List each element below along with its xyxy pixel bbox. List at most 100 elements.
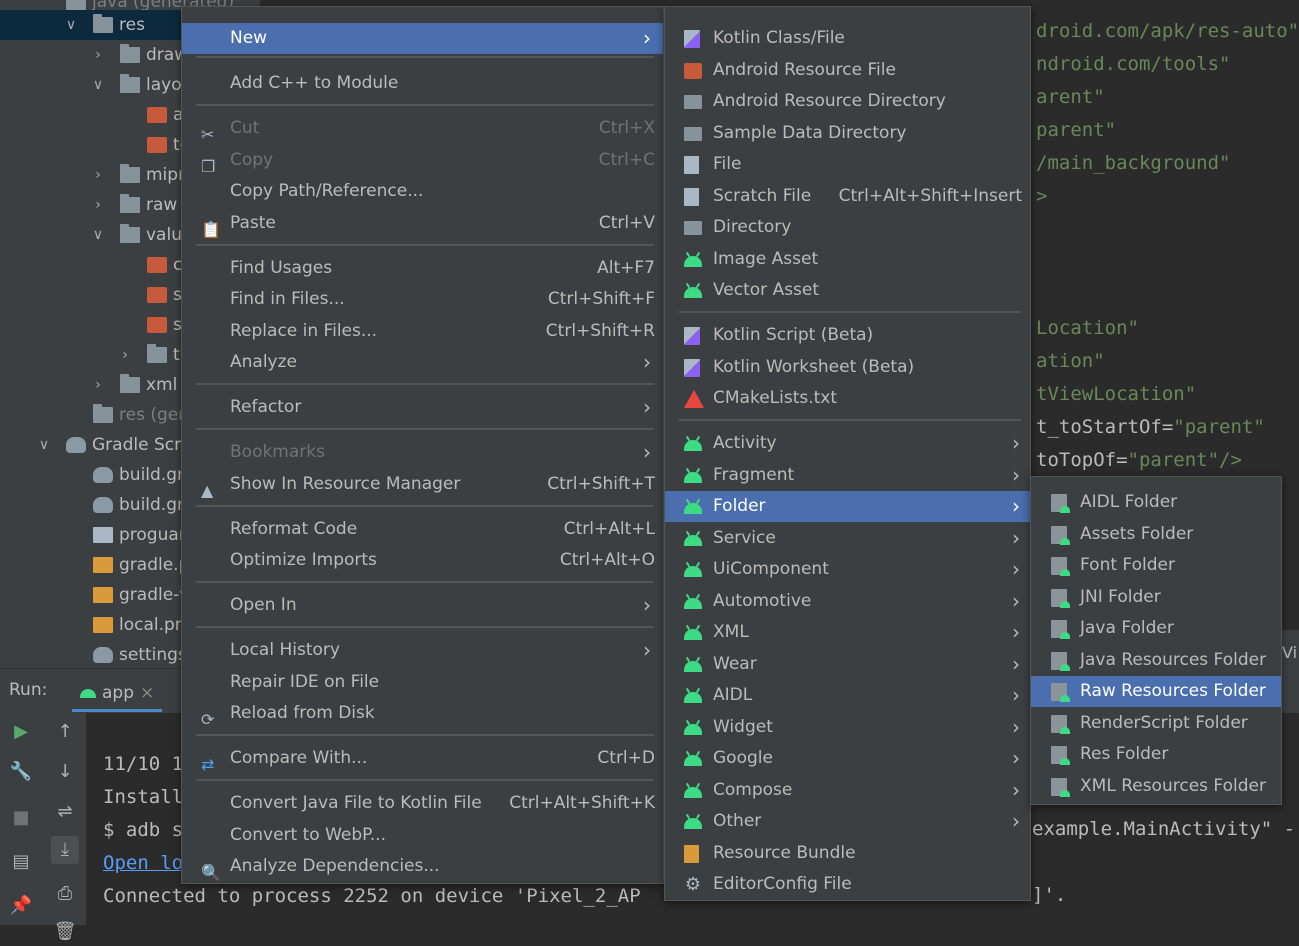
new-item-aidl[interactable]: AIDL › [665, 680, 1030, 711]
folder-item-java-folder[interactable]: Java Folder [1031, 613, 1281, 644]
folder-item-raw-resources-folder[interactable]: Raw Resources Folder [1031, 676, 1281, 707]
copy-icon: ❐ [201, 157, 216, 176]
console-link[interactable]: Open lo [103, 847, 183, 880]
menu-item-reformat-code[interactable]: Reformat Code Ctrl+Alt+L [182, 514, 663, 545]
new-item-scratch-file[interactable]: Scratch File Ctrl+Alt+Shift+Insert [665, 181, 1030, 212]
new-item-android-resource-file[interactable]: Android Resource File [665, 55, 1030, 86]
folder-item-renderscript-folder[interactable]: RenderScript Folder [1031, 708, 1281, 739]
new-item-directory[interactable]: Directory [665, 212, 1030, 243]
wrench-icon[interactable]: 🔧 [7, 758, 35, 786]
menu-separator [679, 419, 1021, 421]
menu-item-label: Reload from Disk [230, 703, 375, 723]
props-icon [93, 617, 113, 633]
menu-item-find-usages[interactable]: Find Usages Alt+F7 [182, 253, 663, 284]
chevron-right-icon[interactable]: › [90, 160, 106, 190]
chevron-down-icon[interactable]: ∨ [63, 10, 79, 40]
chevron-down-icon[interactable]: ∨ [90, 220, 106, 250]
new-item-cmakelists-txt[interactable]: CMakeLists.txt [665, 383, 1030, 414]
chevron-down-icon[interactable]: ∨ [36, 430, 52, 460]
menu-item-convert-java-file-to-kotlin-file[interactable]: Convert Java File to Kotlin File Ctrl+Alt… [182, 788, 663, 819]
menu-item-repair-ide-on-file[interactable]: Repair IDE on File [182, 667, 663, 698]
new-item-activity[interactable]: Activity › [665, 428, 1030, 459]
menu-item-label: Java Folder [1080, 618, 1174, 638]
folder-item-xml-resources-folder[interactable]: XML Resources Folder [1031, 771, 1281, 802]
new-item-folder[interactable]: Folder › [665, 491, 1030, 522]
folder-item-assets-folder[interactable]: Assets Folder [1031, 519, 1281, 550]
new-item-automotive[interactable]: Automotive › [665, 586, 1030, 617]
new-item-widget[interactable]: Widget › [665, 712, 1030, 743]
folder-item-jni-folder[interactable]: JNI Folder [1031, 582, 1281, 613]
chevron-right-icon[interactable]: › [117, 340, 133, 370]
new-item-service[interactable]: Service › [665, 523, 1030, 554]
menu-item-refactor[interactable]: Refactor › [182, 392, 663, 423]
menu-item-add-c-to-module[interactable]: Add C++ to Module [182, 68, 663, 99]
menu-item-compare-with[interactable]: ⇄ Compare With... Ctrl+D [182, 743, 663, 774]
folder-item-font-folder[interactable]: Font Folder [1031, 550, 1281, 581]
folder-icon [147, 344, 167, 363]
menu-item-replace-in-files[interactable]: Replace in Files... Ctrl+Shift+R [182, 316, 663, 347]
new-item-other[interactable]: Other › [665, 806, 1030, 837]
stop-icon[interactable]: ■ [7, 804, 35, 832]
menu-separator [196, 626, 654, 628]
menu-item-label: Repair IDE on File [230, 672, 380, 692]
reload-icon: ⟳ [201, 710, 215, 729]
menu-item-paste[interactable]: 📋 Paste Ctrl+V [182, 208, 663, 239]
menu-item-copy[interactable]: ❐ Copy Ctrl+C [182, 145, 663, 176]
new-item-xml[interactable]: XML › [665, 617, 1030, 648]
menu-item-convert-to-webp[interactable]: Convert to WebP... [182, 820, 663, 851]
new-item-resource-bundle[interactable]: Resource Bundle [665, 838, 1030, 869]
run-tab-app[interactable]: app × [72, 677, 163, 712]
layout-icon[interactable]: ▤ [7, 848, 35, 876]
menu-item-show-in-resource-manager[interactable]: ▲ Show In Resource Manager Ctrl+Shift+T [182, 469, 663, 500]
shortcut-label: Ctrl+X [598, 118, 655, 138]
new-item-file[interactable]: File [665, 149, 1030, 180]
right-tool-strip[interactable]: Vi [1282, 630, 1299, 676]
menu-item-analyze-dependencies[interactable]: 🔍 Analyze Dependencies... [182, 851, 663, 882]
folder-item-java-resources-folder[interactable]: Java Resources Folder [1031, 645, 1281, 676]
up-arrow-icon[interactable]: ↑ [51, 718, 79, 746]
new-item-wear[interactable]: Wear › [665, 649, 1030, 680]
new-item-android-resource-directory[interactable]: Android Resource Directory [665, 86, 1030, 117]
new-item-fragment[interactable]: Fragment › [665, 460, 1030, 491]
menu-item-analyze[interactable]: Analyze › [182, 347, 663, 378]
menu-item-label: Bookmarks [230, 442, 325, 462]
new-item-uicomponent[interactable]: UiComponent › [665, 554, 1030, 585]
kotlin-icon [684, 359, 702, 377]
print-icon[interactable]: ⎙ [51, 880, 79, 908]
new-item-editorconfig-file[interactable]: ⚙ EditorConfig File [665, 869, 1030, 900]
code-line: /main_background" [1036, 152, 1230, 174]
chevron-down-icon[interactable]: ∨ [90, 70, 106, 100]
menu-item-open-in[interactable]: Open In › [182, 590, 663, 621]
menu-item-find-in-files[interactable]: Find in Files... Ctrl+Shift+F [182, 284, 663, 315]
new-item-kotlin-worksheet-beta[interactable]: Kotlin Worksheet (Beta) [665, 352, 1030, 383]
menu-item-optimize-imports[interactable]: Optimize Imports Ctrl+Alt+O [182, 545, 663, 576]
menu-item-local-history[interactable]: Local History › [182, 635, 663, 666]
folder-item-res-folder[interactable]: Res Folder [1031, 739, 1281, 770]
down-arrow-icon[interactable]: ↓ [51, 758, 79, 786]
folder-icon [684, 125, 702, 143]
new-item-image-asset[interactable]: Image Asset [665, 244, 1030, 275]
menu-item-copy-path-reference[interactable]: Copy Path/Reference... [182, 176, 663, 207]
folder-item-aidl-folder[interactable]: AIDL Folder [1031, 487, 1281, 518]
new-item-kotlin-script-beta[interactable]: Kotlin Script (Beta) [665, 320, 1030, 351]
new-item-compose[interactable]: Compose › [665, 775, 1030, 806]
android-icon [684, 467, 702, 485]
rerun-icon[interactable]: ▶ [7, 718, 35, 746]
new-item-kotlin-class-file[interactable]: Kotlin Class/File [665, 23, 1030, 54]
new-item-sample-data-directory[interactable]: Sample Data Directory [665, 118, 1030, 149]
menu-item-reload-from-disk[interactable]: ⟳ Reload from Disk [182, 698, 663, 729]
chevron-right-icon[interactable]: › [90, 370, 106, 400]
menu-item-label: Android Resource File [713, 60, 896, 80]
new-item-google[interactable]: Google › [665, 743, 1030, 774]
menu-item-new[interactable]: New › [182, 23, 663, 54]
soft-wrap-icon[interactable]: ⇌ [51, 798, 79, 826]
scroll-to-end-icon[interactable]: ⤓ [51, 836, 79, 864]
close-icon[interactable]: × [140, 683, 154, 703]
trash-icon[interactable]: 🗑 [51, 918, 79, 946]
chevron-right-icon[interactable]: › [90, 40, 106, 70]
new-item-vector-asset[interactable]: Vector Asset [665, 275, 1030, 306]
menu-item-bookmarks[interactable]: Bookmarks › [182, 437, 663, 468]
chevron-right-icon[interactable]: › [90, 190, 106, 220]
menu-item-cut[interactable]: ✂ Cut Ctrl+X [182, 113, 663, 144]
pin-icon[interactable]: 📌 [7, 892, 35, 920]
